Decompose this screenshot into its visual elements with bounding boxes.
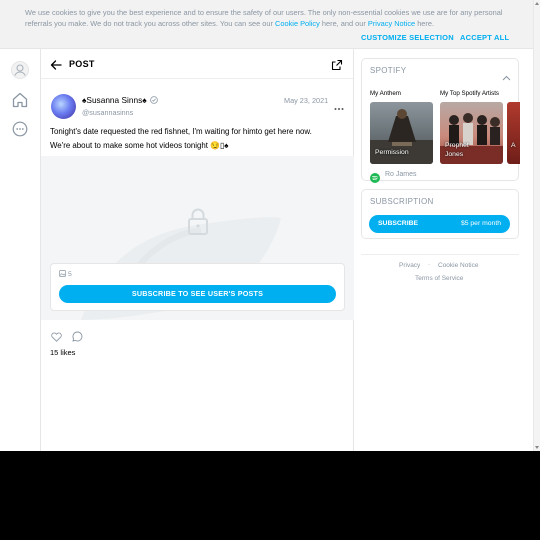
customize-selection-button[interactable]: CUSTOMIZE SELECTION <box>361 33 454 42</box>
spotify-artist-name[interactable]: Ro James <box>385 171 417 178</box>
accept-all-button[interactable]: ACCEPT ALL <box>460 33 509 42</box>
blank-area-below-viewport <box>0 451 540 540</box>
image-icon <box>59 270 66 279</box>
like-heart-icon[interactable] <box>51 329 62 347</box>
subscription-card: SUBSCRIPTION SUBSCRIBE $5 per month <box>361 189 519 239</box>
share-icon[interactable] <box>331 58 343 76</box>
subscribe-price-button[interactable]: SUBSCRIBE $5 per month <box>369 215 510 233</box>
artist-tile-label: Prophet Jones <box>445 142 469 159</box>
spotify-heading: SPOTIFY <box>370 66 407 75</box>
cookie-banner: We use cookies to give you the best expe… <box>0 0 533 49</box>
spotify-logo-icon <box>370 170 380 188</box>
media-count-value: 5 <box>68 271 72 278</box>
top-artists-heading: My Top Spotify Artists <box>440 90 500 97</box>
page-scrollbar[interactable] <box>533 0 540 451</box>
cookie-text-part: here, and our <box>319 19 368 28</box>
back-arrow-icon[interactable] <box>50 58 62 76</box>
verified-badge-icon <box>149 96 158 106</box>
artist-label-line: Prophet <box>445 142 469 149</box>
artist-label-line: Jones <box>445 150 464 158</box>
comment-icon[interactable] <box>72 329 83 347</box>
footer-separator: · <box>428 261 431 268</box>
anthem-tile-label: Permission <box>375 149 409 156</box>
scroll-down-arrow-icon[interactable] <box>535 446 539 449</box>
post-date: May 23, 2021 <box>284 96 329 105</box>
scroll-up-arrow-icon[interactable] <box>535 2 539 5</box>
my-anthem-heading: My Anthem <box>370 90 401 97</box>
collapse-chevron-icon[interactable] <box>502 68 511 86</box>
media-count: 5 <box>59 270 72 279</box>
cookie-notice-link[interactable]: Cookie Notice <box>438 262 478 269</box>
user-display-name[interactable]: ♠Susanna Sinns♠ <box>82 95 158 106</box>
user-name-text: ♠Susanna Sinns♠ <box>82 95 147 105</box>
subscription-price: $5 per month <box>460 220 501 227</box>
lock-icon <box>187 207 209 240</box>
subscription-heading: SUBSCRIPTION <box>370 197 434 206</box>
artist-tile-prophet-jones[interactable]: Prophet Jones <box>440 102 503 164</box>
user-avatar[interactable] <box>51 94 76 119</box>
user-handle[interactable]: @susannasinns <box>82 108 133 117</box>
cookie-banner-text: We use cookies to give you the best expe… <box>25 7 505 29</box>
right-sidebar: SPOTIFY My Anthem My Top Spotify Artists… <box>354 49 533 451</box>
browser-viewport: We use cookies to give you the best expe… <box>0 0 540 451</box>
anthem-tile[interactable]: Permission <box>370 102 433 164</box>
artist-tile-partial[interactable]: A <box>507 102 520 164</box>
post-header: POST <box>41 49 353 79</box>
post-text-line: Tonight's date requested the red fishnet… <box>50 127 312 136</box>
terms-of-service-link[interactable]: Terms of Service <box>415 275 463 282</box>
cookie-policy-link[interactable]: Cookie Policy <box>275 19 320 28</box>
post-options-icon[interactable] <box>334 98 344 116</box>
privacy-notice-link[interactable]: Privacy Notice <box>368 19 415 28</box>
subscribe-label: SUBSCRIBE <box>378 220 419 227</box>
artist-tile-label: A <box>511 142 516 149</box>
cookie-text-part: here. <box>415 19 435 28</box>
privacy-link[interactable]: Privacy <box>399 262 420 269</box>
post-text: Tonight's date requested the red fishnet… <box>50 125 350 152</box>
post-column: POST ♠Susanna Sinns♠ @susannasinns May 2… <box>41 49 354 451</box>
spotify-card: SPOTIFY My Anthem My Top Spotify Artists… <box>361 58 520 183</box>
subscribe-to-see-posts-button[interactable]: SUBSCRIBE TO SEE USER'S POSTS <box>59 285 336 303</box>
more-options-icon[interactable] <box>11 120 29 138</box>
likes-count: 15 likes <box>50 348 76 357</box>
page-title: POST <box>69 59 95 69</box>
left-navigation <box>0 49 41 451</box>
footer-divider <box>361 254 519 255</box>
post-text-line: We're about to make some hot videos toni… <box>50 140 229 150</box>
subscribe-overlay-box: 5 SUBSCRIBE TO SEE USER'S POSTS <box>50 263 345 311</box>
home-icon[interactable] <box>11 91 29 109</box>
profile-avatar-icon[interactable] <box>11 61 29 79</box>
